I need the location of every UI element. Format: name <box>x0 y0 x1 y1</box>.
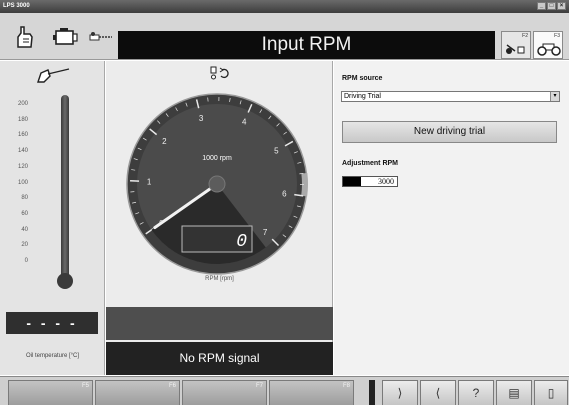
gauge-tick-label: 7 <box>263 228 268 237</box>
maximize-button[interactable]: □ <box>547 2 556 10</box>
f2-key-label: F2 <box>522 33 528 39</box>
minimize-button[interactable]: _ <box>537 2 546 10</box>
rpm-caption: RPM [rpm] <box>205 276 234 282</box>
rpm-source-label: RPM source <box>342 75 383 82</box>
f5-button[interactable]: F5 <box>8 380 93 405</box>
scale-tick: 120 <box>17 163 28 170</box>
f2-tacho-button[interactable]: F2 <box>501 31 531 59</box>
hand-icon[interactable] <box>10 21 40 53</box>
oil-temperature-label: Oil temperature [°C] <box>25 353 80 359</box>
adjustment-rpm-value: 3000 <box>378 177 394 186</box>
status-strip <box>106 307 333 340</box>
oil-dipstick-icon <box>37 68 70 83</box>
printer-icon[interactable]: ▤ <box>496 380 532 405</box>
rpm-status-message: No RPM signal <box>106 342 333 375</box>
engine-icon[interactable] <box>50 21 80 53</box>
gauge-tick-label: 1 <box>147 177 152 186</box>
new-driving-trial-button[interactable]: New driving trial <box>342 121 557 143</box>
toolbar: Input RPM F2 F3 <box>0 13 569 60</box>
scale-tick: 20 <box>21 242 28 249</box>
gauge-hub <box>208 175 226 193</box>
oil-temperature-display: - - - - <box>6 312 98 334</box>
window-titlebar: LPS 3000 _ □ × <box>0 0 569 13</box>
f6-label: F6 <box>168 383 176 389</box>
scale-tick: 40 <box>21 226 28 233</box>
thermometer-tube <box>61 95 69 283</box>
gauge-unit-label: 1000 rpm <box>202 155 232 162</box>
f3-vehicle-button[interactable]: F3 <box>533 31 563 59</box>
f5-label: F5 <box>81 383 89 389</box>
bar-divider <box>369 380 375 405</box>
scale-tick: 0 <box>24 258 28 264</box>
gauge-tick-label: 3 <box>199 114 204 123</box>
gauge-redzone <box>301 172 308 197</box>
gauge-tick-label: 6 <box>282 189 287 198</box>
f8-label: F8 <box>342 383 350 389</box>
close-button[interactable]: × <box>557 2 566 10</box>
scale-tick: 60 <box>21 210 28 217</box>
help-icon[interactable]: ? <box>458 380 494 405</box>
rpm-gauge: 012345671000 rpm0 <box>126 93 308 275</box>
oil-temperature-panel: 200 180 160 140 120 100 80 60 40 20 0 - - - - Oil … <box>0 61 105 375</box>
scale-tick: 180 <box>17 116 28 123</box>
page-title: Input RPM <box>118 31 495 59</box>
window-controls: _ □ × <box>537 2 566 10</box>
f6-button[interactable]: F6 <box>95 380 180 405</box>
rpm-source-select[interactable]: Driving Trial ▾ <box>341 91 560 102</box>
rpm-source-value: Driving Trial <box>344 93 381 100</box>
settings-panel: RPM source Driving Trial ▾ New driving t… <box>334 61 569 375</box>
gauge-tick-label: 5 <box>274 147 279 156</box>
bottom-function-bar: F5 F6 F7 F8 ⟩ ⟨ ? ▤ ▯ <box>0 376 569 405</box>
gauge-tick-label: 2 <box>162 137 167 146</box>
adjustment-rpm-field[interactable]: 3000 <box>342 176 398 187</box>
f3-key-label: F3 <box>554 33 560 39</box>
adjustment-indicator <box>343 177 361 186</box>
digital-readout-value: 0 <box>236 232 247 252</box>
scale-tick: 100 <box>17 179 28 186</box>
tacho-sensor-icon <box>506 44 525 54</box>
adjustment-rpm-label: Adjustment RPM <box>342 160 398 167</box>
thermometer-bulb <box>57 273 73 289</box>
f7-label: F7 <box>255 383 263 389</box>
left-bracket-icon[interactable]: ⟩ <box>382 380 418 405</box>
f7-button[interactable]: F7 <box>182 380 267 405</box>
scale-tick: 200 <box>17 101 28 107</box>
vehicle-roller-icon <box>537 43 561 56</box>
scale-tick: 160 <box>17 132 28 139</box>
chevron-down-icon[interactable]: ▾ <box>550 92 559 101</box>
scale-tick: 80 <box>21 195 28 202</box>
exit-icon[interactable]: ▯ <box>534 380 568 405</box>
sensor-probe-icon[interactable] <box>86 21 116 53</box>
f8-button[interactable]: F8 <box>269 380 354 405</box>
gauge-tick-label: 4 <box>242 118 247 127</box>
window-title: LPS 3000 <box>3 3 30 9</box>
scale-tick: 140 <box>17 148 28 155</box>
rpm-panel: 012345671000 rpm0 RPM [rpm] No RPM signa… <box>106 61 333 375</box>
right-bracket-icon[interactable]: ⟨ <box>420 380 456 405</box>
